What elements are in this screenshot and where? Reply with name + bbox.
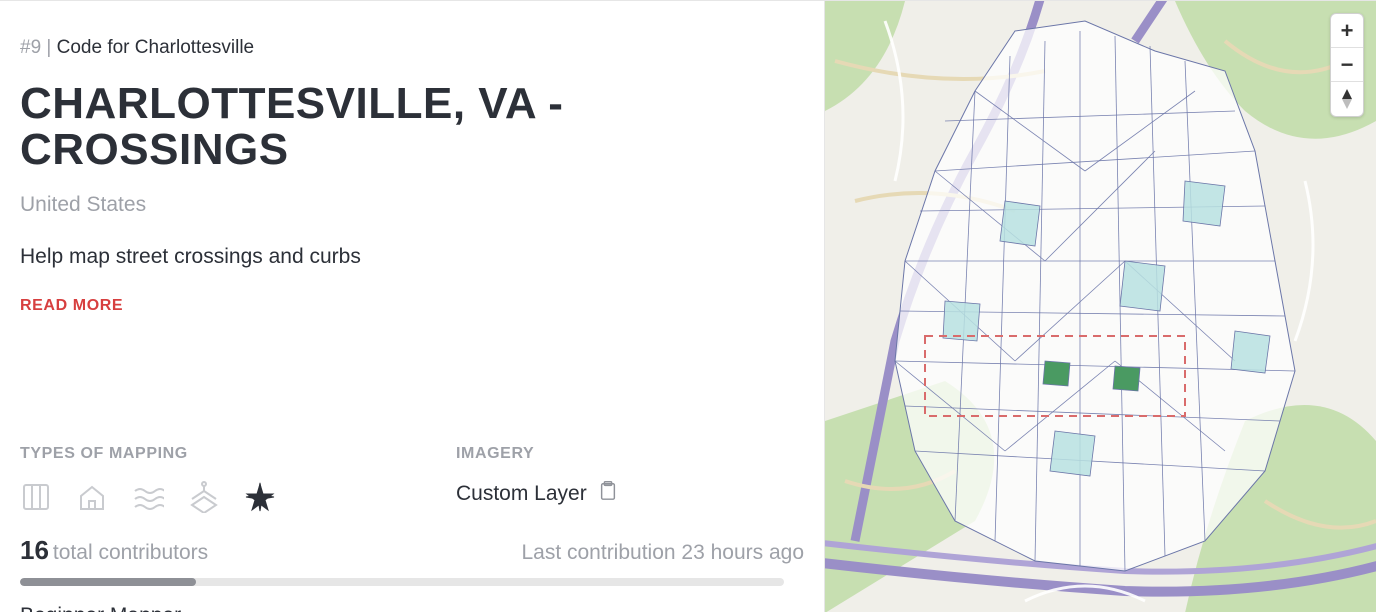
breadcrumb-sep: | [41, 37, 57, 58]
last-contribution: Last contribution 23 hours ago [521, 541, 804, 565]
stats-row: 16total contributors Last contribution 2… [20, 535, 804, 566]
buildings-icon [76, 481, 108, 513]
minus-icon: − [1341, 52, 1354, 78]
compass-button[interactable] [1331, 82, 1363, 116]
org-link[interactable]: Code for Charlottesville [57, 37, 254, 58]
roads-icon [20, 481, 52, 513]
types-label: TYPES OF MAPPING [20, 445, 276, 463]
contributors-label: total contributors [53, 541, 208, 564]
landuse-icon [188, 481, 220, 513]
page-title: CHARLOTTESVILLE, VA - CROSSINGS [20, 81, 804, 173]
map-panel[interactable]: + − [825, 1, 1376, 612]
country-label: United States [20, 193, 804, 217]
details-columns: TYPES OF MAPPING [20, 445, 804, 513]
zoom-out-button[interactable]: − [1331, 48, 1363, 82]
zoom-in-button[interactable]: + [1331, 14, 1363, 48]
breadcrumb: #9 | Code for Charlottesville [20, 37, 804, 59]
progress-bar [20, 578, 784, 586]
imagery-row: Custom Layer [456, 481, 617, 507]
types-section: TYPES OF MAPPING [20, 445, 276, 513]
waterways-icon [132, 481, 164, 513]
contributors-count: 16 [20, 535, 49, 565]
read-more-link[interactable]: READ MORE [20, 297, 804, 315]
plus-icon: + [1341, 18, 1354, 44]
clipboard-icon[interactable] [599, 481, 617, 507]
progress-fill [20, 578, 196, 586]
compass-icon [1340, 88, 1354, 110]
imagery-section: IMAGERY Custom Layer [456, 445, 617, 513]
project-description: Help map street crossings and curbs [20, 245, 804, 269]
left-panel: #9 | Code for Charlottesville CHARLOTTES… [0, 1, 825, 612]
other-icon [244, 481, 276, 513]
mapping-type-icons [20, 481, 276, 513]
imagery-value: Custom Layer [456, 482, 587, 506]
mapper-level: Beginner Mapper [20, 604, 804, 612]
map-canvas[interactable] [825, 1, 1376, 612]
map-controls: + − [1330, 13, 1364, 117]
imagery-label: IMAGERY [456, 445, 617, 463]
contributors-stat: 16total contributors [20, 535, 208, 566]
app-root: #9 | Code for Charlottesville CHARLOTTES… [0, 0, 1376, 612]
project-id: #9 [20, 37, 41, 58]
